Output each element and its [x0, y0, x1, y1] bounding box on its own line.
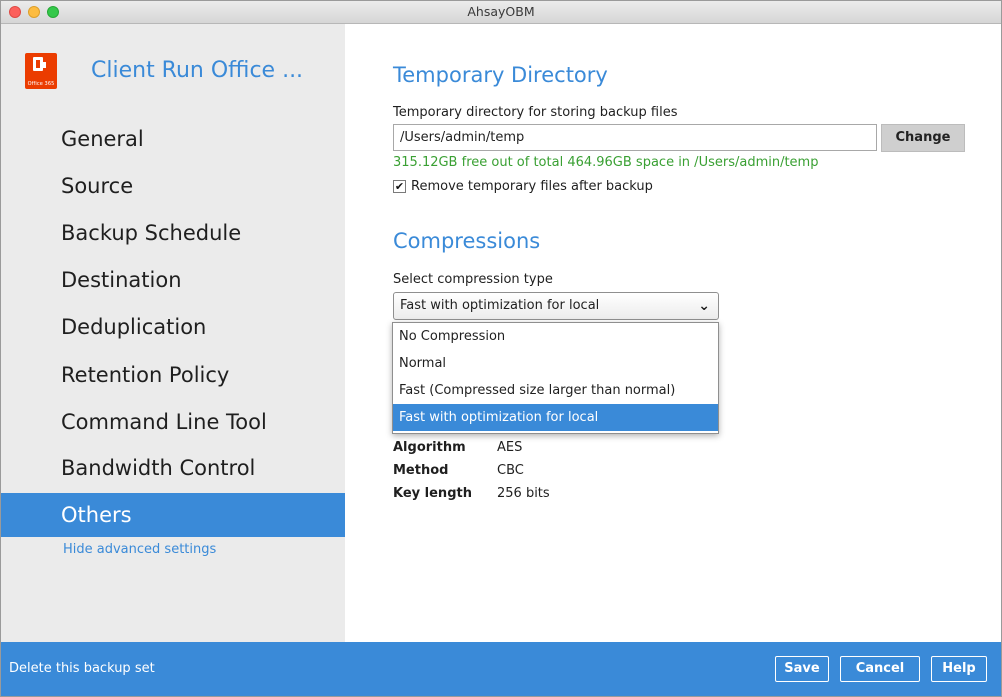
- compression-type-label: Select compression type: [393, 272, 553, 287]
- temporary-directory-heading: Temporary Directory: [393, 63, 608, 87]
- sidebar-item-deduplication[interactable]: Deduplication: [1, 305, 345, 349]
- option-fast-local[interactable]: Fast with optimization for local: [393, 404, 718, 431]
- main-content: Temporary Directory Temporary directory …: [345, 24, 1001, 642]
- footer-bar: Delete this backup set Save Cancel Help: [1, 642, 1001, 696]
- remove-temp-files-checkbox[interactable]: ✔: [393, 180, 406, 193]
- compression-dropdown-list: No Compression Normal Fast (Compressed s…: [392, 322, 719, 434]
- compression-type-select[interactable]: Fast with optimization for local ⌄: [393, 292, 719, 320]
- compressions-heading: Compressions: [393, 229, 541, 253]
- sidebar-item-bandwidth-control[interactable]: Bandwidth Control: [1, 446, 345, 490]
- sidebar-item-general[interactable]: General: [1, 117, 345, 161]
- chevron-down-icon: ⌄: [698, 298, 710, 314]
- algorithm-label: Algorithm: [393, 440, 466, 455]
- office365-logo-icon: Office 365: [25, 53, 57, 89]
- logo-text: Office 365: [27, 81, 55, 87]
- algorithm-value: AES: [497, 440, 523, 455]
- compression-selected-value: Fast with optimization for local: [400, 298, 600, 313]
- key-length-value: 256 bits: [497, 486, 550, 501]
- sidebar-item-source[interactable]: Source: [1, 164, 345, 208]
- window-title: AhsayOBM: [467, 4, 535, 19]
- temp-dir-label: Temporary directory for storing backup f…: [393, 105, 678, 120]
- sidebar-item-backup-schedule[interactable]: Backup Schedule: [1, 211, 345, 255]
- save-button[interactable]: Save: [775, 656, 829, 682]
- option-fast[interactable]: Fast (Compressed size larger than normal…: [393, 377, 718, 404]
- key-length-label: Key length: [393, 486, 472, 501]
- option-normal[interactable]: Normal: [393, 350, 718, 377]
- sidebar-item-command-line-tool[interactable]: Command Line Tool: [1, 400, 345, 444]
- temp-dir-path-input[interactable]: /Users/admin/temp: [393, 124, 877, 151]
- cancel-button[interactable]: Cancel: [840, 656, 920, 682]
- method-label: Method: [393, 463, 449, 478]
- option-no-compression[interactable]: No Compression: [393, 323, 718, 350]
- free-space-text: 315.12GB free out of total 464.96GB spac…: [393, 155, 819, 170]
- sidebar-item-retention-policy[interactable]: Retention Policy: [1, 353, 345, 397]
- sidebar-item-destination[interactable]: Destination: [1, 258, 345, 302]
- hide-advanced-settings-link[interactable]: Hide advanced settings: [63, 542, 216, 557]
- sidebar: Office 365 Client Run Office ... General…: [1, 24, 345, 642]
- title-bar: AhsayOBM: [1, 1, 1001, 24]
- sidebar-item-others[interactable]: Others: [1, 493, 345, 537]
- delete-backup-set-link[interactable]: Delete this backup set: [9, 661, 155, 676]
- help-button[interactable]: Help: [931, 656, 987, 682]
- app-window: AhsayOBM Office 365 Client Run Office ..…: [0, 0, 1002, 697]
- change-button[interactable]: Change: [881, 124, 965, 152]
- remove-temp-files-label[interactable]: Remove temporary files after backup: [411, 179, 653, 194]
- method-value: CBC: [497, 463, 524, 478]
- backup-set-title: Client Run Office ...: [91, 58, 304, 83]
